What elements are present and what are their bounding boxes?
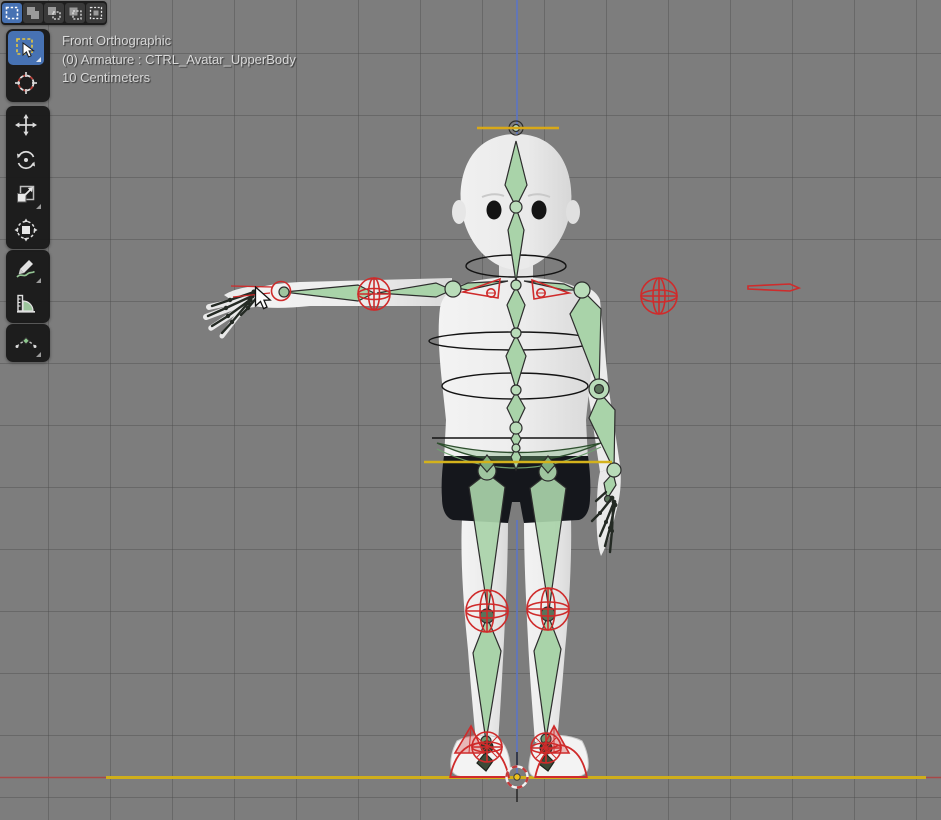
select-invert-icon (67, 5, 83, 21)
elbow-sphere-control (358, 278, 390, 310)
pose-breakdowner-icon (14, 331, 38, 355)
scale-icon (14, 183, 38, 207)
active-object-label: (0) Armature : CTRL_Avatar_UpperBody (62, 51, 296, 70)
measure-icon (14, 292, 38, 316)
tool-select-box[interactable] (8, 31, 44, 65)
select-mode-bar (1, 1, 107, 25)
tool-move[interactable] (8, 108, 44, 142)
tool-transform[interactable] (8, 213, 44, 247)
eye-right (532, 201, 547, 220)
transform-icon (14, 218, 38, 242)
toolbar-group-pose (6, 324, 50, 362)
scene-canvas (0, 0, 941, 820)
cursor-tool-icon (14, 71, 38, 95)
select-set-icon (4, 5, 20, 21)
select-mode-intersect[interactable] (86, 3, 106, 23)
annotate-icon (14, 257, 38, 281)
viewport-header: Front Orthographic (0) Armature : CTRL_A… (62, 32, 296, 88)
3d-viewport[interactable]: Front Orthographic (0) Armature : CTRL_A… (0, 0, 941, 820)
knee-sphere-right (527, 588, 569, 630)
tool-measure[interactable] (8, 287, 44, 321)
toolbar-group-annotate (6, 250, 50, 323)
select-mode-set[interactable] (2, 3, 22, 23)
rotate-icon (14, 148, 38, 172)
view-name-label: Front Orthographic (62, 32, 296, 51)
toolbar-group-transform (6, 106, 50, 249)
select-mode-invert[interactable] (65, 3, 85, 23)
tool-rotate[interactable] (8, 143, 44, 177)
tool-annotate[interactable] (8, 252, 44, 286)
select-intersect-icon (88, 5, 104, 21)
tool-cursor[interactable] (8, 66, 44, 100)
select-mode-extend[interactable] (23, 3, 43, 23)
select-mode-subtract[interactable] (44, 3, 64, 23)
knee-sphere-left (466, 590, 508, 632)
move-icon (14, 113, 38, 137)
grid-scale-label: 10 Centimeters (62, 69, 296, 88)
select-subtract-icon (46, 5, 62, 21)
blade-control (748, 284, 799, 291)
ik-target-sphere-control (641, 278, 677, 314)
tool-scale[interactable] (8, 178, 44, 212)
eye-left (487, 201, 502, 220)
tool-pose-breakdowner[interactable] (8, 326, 44, 360)
select-extend-icon (25, 5, 41, 21)
toolbar-group-select (6, 29, 50, 102)
select-box-icon (14, 36, 38, 60)
